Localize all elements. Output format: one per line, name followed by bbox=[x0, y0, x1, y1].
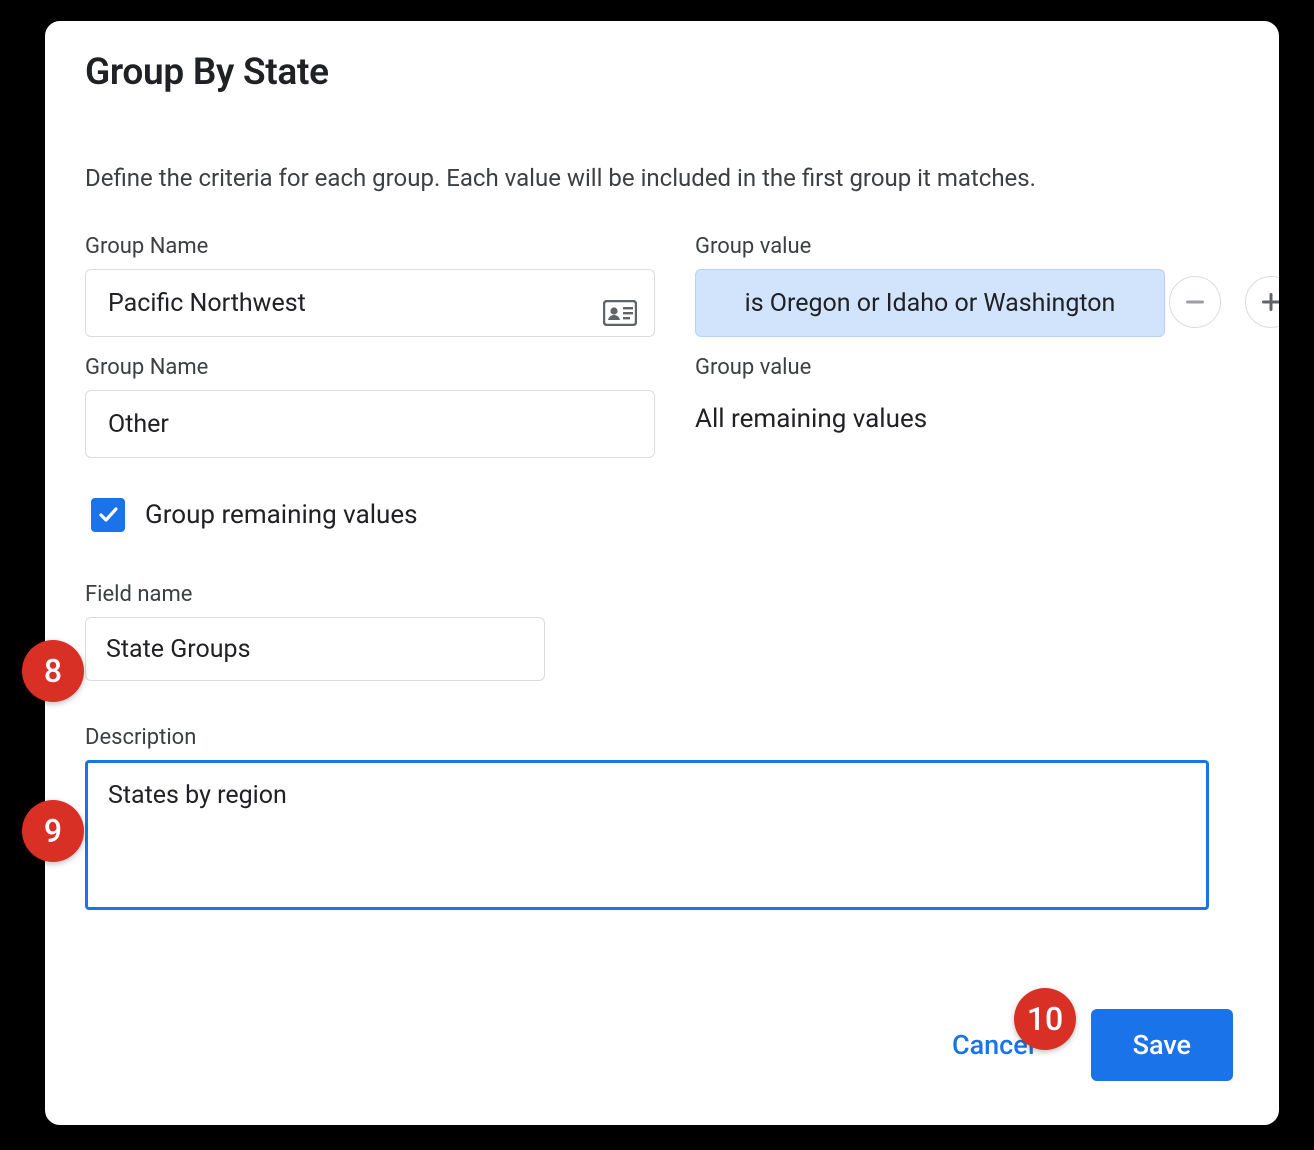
dialog-intro: Define the criteria for each group. Each… bbox=[85, 164, 1239, 192]
group-remaining-label: Group remaining values bbox=[145, 500, 418, 530]
group-value-label: Group value bbox=[695, 355, 1165, 380]
field-name-input[interactable] bbox=[85, 617, 545, 681]
group-value-static: All remaining values bbox=[695, 390, 1165, 434]
id-card-icon bbox=[603, 300, 637, 330]
group-remaining-row: Group remaining values bbox=[91, 498, 1239, 532]
group-row: Group Name Group value All remaining val… bbox=[85, 355, 1239, 458]
description-textarea[interactable] bbox=[85, 760, 1209, 910]
group-value-label: Group value bbox=[695, 234, 1165, 259]
group-remaining-checkbox[interactable] bbox=[91, 498, 125, 532]
add-row-button[interactable] bbox=[1245, 276, 1282, 328]
save-button[interactable]: Save bbox=[1091, 1009, 1233, 1081]
description-section: Description bbox=[85, 725, 1239, 914]
remove-row-button[interactable] bbox=[1169, 276, 1221, 328]
group-name-label: Group Name bbox=[85, 355, 655, 380]
group-by-dialog: Group By State Define the criteria for e… bbox=[42, 18, 1282, 1128]
group-value-chip[interactable]: is Oregon or Idaho or Washington bbox=[695, 269, 1165, 337]
group-name-input[interactable] bbox=[85, 390, 655, 458]
dialog-footer: Cancel Save bbox=[946, 1009, 1233, 1081]
field-name-label: Field name bbox=[85, 582, 1239, 607]
callout-badge-9: 9 bbox=[22, 800, 84, 862]
callout-badge-10: 10 bbox=[1014, 988, 1076, 1050]
group-name-label: Group Name bbox=[85, 234, 655, 259]
callout-badge-8: 8 bbox=[22, 640, 84, 702]
field-name-section: Field name bbox=[85, 582, 1239, 681]
description-label: Description bbox=[85, 725, 1239, 750]
group-name-input[interactable] bbox=[85, 269, 655, 337]
group-row: Group Name Group value is Oregon or Idah… bbox=[85, 234, 1239, 337]
dialog-title: Group By State bbox=[85, 51, 1239, 94]
